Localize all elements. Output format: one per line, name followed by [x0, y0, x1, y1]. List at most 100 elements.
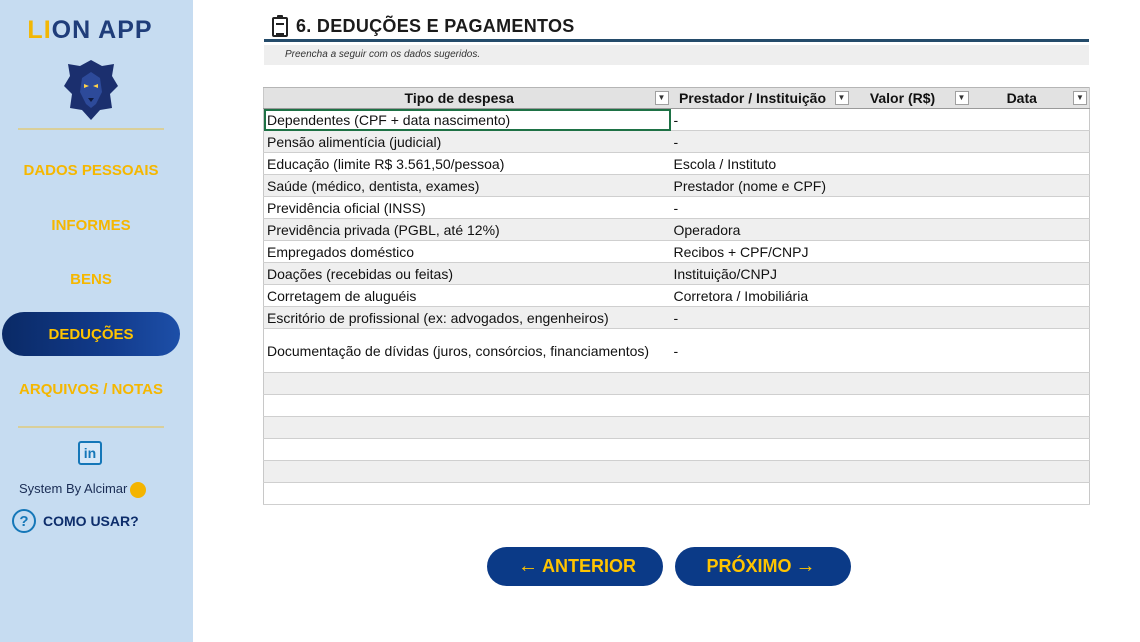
- table-cell[interactable]: [850, 218, 971, 241]
- filter-dropdown-icon[interactable]: ▼: [654, 91, 669, 105]
- filter-dropdown-icon[interactable]: ▼: [1073, 91, 1087, 105]
- nav-informes[interactable]: INFORMES: [2, 203, 180, 247]
- linkedin-icon[interactable]: in: [78, 441, 102, 465]
- table-cell[interactable]: -: [670, 306, 851, 329]
- nav-bens[interactable]: BENS: [2, 257, 180, 301]
- table-cell[interactable]: [970, 284, 1090, 307]
- table-cell[interactable]: [970, 306, 1090, 329]
- table-cell[interactable]: [970, 152, 1090, 175]
- nav-dados-pessoais[interactable]: DADOS PESSOAIS: [2, 148, 180, 192]
- table-cell[interactable]: [970, 460, 1090, 483]
- column-header-label: Prestador / Instituição: [678, 90, 827, 106]
- table-cell[interactable]: Saúde (médico, dentista, exames): [263, 174, 671, 197]
- table-cell[interactable]: Operadora: [670, 218, 851, 241]
- table-cell[interactable]: [850, 394, 971, 417]
- table-cell[interactable]: [850, 460, 971, 483]
- table-cell[interactable]: Educação (limite R$ 3.561,50/pessoa): [263, 152, 671, 175]
- table-cell[interactable]: [263, 372, 671, 395]
- column-header-label: Data: [1006, 90, 1037, 106]
- table-cell[interactable]: Documentação de dívidas (juros, consórci…: [263, 328, 671, 373]
- table-cell[interactable]: [263, 482, 671, 505]
- table-cell[interactable]: Instituição/CNPJ: [670, 262, 851, 285]
- column-header-label: Tipo de despesa: [404, 90, 514, 106]
- table-cell[interactable]: [850, 306, 971, 329]
- table-cell[interactable]: Pensão alimentícia (judicial): [263, 130, 671, 153]
- table-cell[interactable]: [263, 394, 671, 417]
- credit-text: System By Alcimar: [19, 481, 128, 496]
- table-cell[interactable]: [850, 284, 971, 307]
- section-hint: Preencha a seguir com os dados sugeridos…: [264, 45, 1089, 65]
- table-cell[interactable]: Dependentes (CPF + data nascimento): [263, 108, 671, 131]
- table-cell[interactable]: [970, 372, 1090, 395]
- app-title: LION APP: [0, 16, 180, 45]
- table-cell[interactable]: [970, 130, 1090, 153]
- table-cell[interactable]: [970, 482, 1090, 505]
- column-header: Tipo de despesa ▼: [263, 87, 671, 109]
- table-cell[interactable]: [850, 130, 971, 153]
- nav-arquivos-notas[interactable]: ARQUIVOS / NOTAS: [2, 367, 180, 411]
- table-cell[interactable]: Empregados doméstico: [263, 240, 671, 263]
- table-cell[interactable]: [263, 438, 671, 461]
- table-cell[interactable]: [970, 262, 1090, 285]
- credit-line: System By Alcimar: [19, 481, 147, 498]
- nav-deducoes[interactable]: DEDUÇÕES: [2, 312, 180, 356]
- table-row: Documentação de dívidas (juros, consórci…: [263, 328, 1090, 373]
- table-cell[interactable]: Prestador (nome e CPF): [670, 174, 851, 197]
- table-cell[interactable]: Doações (recebidas ou feitas): [263, 262, 671, 285]
- column-header: Data ▼: [970, 87, 1090, 109]
- table-cell[interactable]: [850, 240, 971, 263]
- table-cell[interactable]: [670, 394, 851, 417]
- table-cell[interactable]: [970, 108, 1090, 131]
- help-label: COMO USAR?: [43, 513, 139, 529]
- table-cell[interactable]: [263, 416, 671, 439]
- table-cell[interactable]: Escritório de profissional (ex: advogado…: [263, 306, 671, 329]
- table-cell[interactable]: [970, 416, 1090, 439]
- table-cell[interactable]: [850, 482, 971, 505]
- table-row: [263, 460, 1090, 483]
- table-cell[interactable]: [970, 218, 1090, 241]
- next-button-label: PRÓXIMO: [706, 556, 792, 576]
- table-cell[interactable]: [670, 482, 851, 505]
- question-circle-icon: ?: [12, 509, 36, 533]
- table-cell[interactable]: [970, 394, 1090, 417]
- previous-button-label: ANTERIOR: [542, 556, 636, 576]
- table-cell[interactable]: [670, 438, 851, 461]
- table-cell[interactable]: [850, 262, 971, 285]
- table-cell[interactable]: [970, 240, 1090, 263]
- table-cell[interactable]: [850, 108, 971, 131]
- filter-dropdown-icon[interactable]: ▼: [954, 91, 969, 105]
- table-cell[interactable]: [850, 372, 971, 395]
- arrow-left-icon: ←: [518, 555, 538, 577]
- table-cell[interactable]: -: [670, 196, 851, 219]
- table-cell[interactable]: [670, 416, 851, 439]
- clipboard-icon: [272, 14, 288, 37]
- table-cell[interactable]: [970, 438, 1090, 461]
- table-cell[interactable]: [970, 174, 1090, 197]
- table-cell[interactable]: [263, 460, 671, 483]
- table-cell[interactable]: [970, 328, 1090, 373]
- table-cell[interactable]: Recibos + CPF/CNPJ: [670, 240, 851, 263]
- table-cell[interactable]: [850, 152, 971, 175]
- table-cell[interactable]: [670, 372, 851, 395]
- table-cell[interactable]: [850, 328, 971, 373]
- table-cell[interactable]: -: [670, 328, 851, 373]
- table-cell[interactable]: Corretora / Imobiliária: [670, 284, 851, 307]
- next-button[interactable]: PRÓXIMO →: [675, 547, 851, 586]
- table-cell[interactable]: [850, 438, 971, 461]
- help-link[interactable]: ? COMO USAR?: [12, 509, 139, 533]
- lion-logo-icon: [64, 60, 118, 120]
- table-cell[interactable]: [850, 196, 971, 219]
- table-cell[interactable]: [970, 196, 1090, 219]
- filter-dropdown-icon[interactable]: ▼: [834, 91, 849, 105]
- table-cell[interactable]: -: [670, 108, 851, 131]
- table-cell[interactable]: Corretagem de aluguéis: [263, 284, 671, 307]
- table-cell[interactable]: Escola / Instituto: [670, 152, 851, 175]
- table-cell[interactable]: -: [670, 130, 851, 153]
- table-cell[interactable]: Previdência oficial (INSS): [263, 196, 671, 219]
- sidebar-divider: [18, 128, 164, 130]
- table-cell[interactable]: [670, 460, 851, 483]
- table-cell[interactable]: [850, 416, 971, 439]
- table-cell[interactable]: Previdência privada (PGBL, até 12%): [263, 218, 671, 241]
- table-cell[interactable]: [850, 174, 971, 197]
- previous-button[interactable]: ← ANTERIOR: [487, 547, 663, 586]
